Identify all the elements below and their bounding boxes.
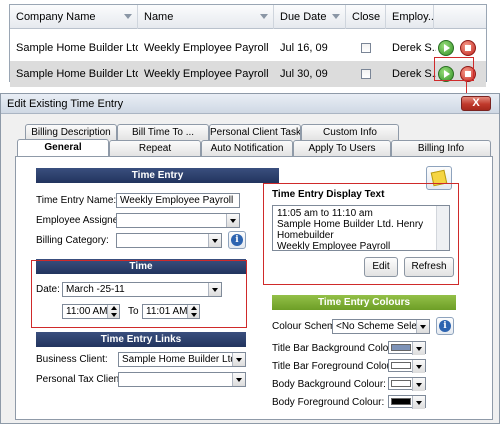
- business-client-select[interactable]: Sample Home Builder Ltd.: [118, 352, 246, 367]
- chevron-down-icon[interactable]: [416, 320, 429, 333]
- sort-arrow-icon: [124, 14, 132, 19]
- colour-label: Title Bar Foreground Colour:: [272, 361, 399, 372]
- column-due-date[interactable]: Due Date: [274, 5, 346, 29]
- chevron-down-icon[interactable]: [232, 373, 245, 386]
- colour-swatch: [391, 398, 411, 405]
- business-client-label: Business Client:: [36, 354, 108, 365]
- body-bg-colour-picker[interactable]: [388, 377, 426, 391]
- column-label: Employ...: [392, 11, 434, 23]
- chevron-down-icon[interactable]: [412, 360, 425, 373]
- column-label: Name: [144, 11, 174, 23]
- chevron-down-icon[interactable]: [412, 396, 425, 409]
- table-row[interactable]: Sample Home Builder Ltd. Weekly Employee…: [10, 35, 486, 61]
- time-entry-header: Time Entry: [36, 168, 279, 183]
- highlight-frame-time: [31, 260, 247, 328]
- dialog-titlebar: Edit Existing Time Entry X: [1, 94, 499, 114]
- tab-billing-description[interactable]: Billing Description: [25, 124, 117, 140]
- billing-category-select[interactable]: [116, 233, 222, 248]
- colour-label: Body Background Colour:: [272, 379, 386, 390]
- chevron-down-icon[interactable]: [412, 342, 425, 355]
- personal-tax-client-label: Personal Tax Client:: [36, 374, 125, 385]
- chevron-down-icon[interactable]: [208, 234, 221, 247]
- tab-general[interactable]: General: [17, 139, 109, 157]
- column-label: Close: [352, 11, 381, 23]
- grid-header: Company Name Name Due Date Close Employ.…: [10, 5, 486, 29]
- colour-label: Title Bar Background Colour:: [272, 343, 401, 354]
- colour-swatch: [391, 362, 411, 369]
- cell-employee: Derek S...: [392, 68, 436, 80]
- tab-custom-info[interactable]: Custom Info: [301, 124, 399, 140]
- dialog-title: Edit Existing Time Entry: [7, 98, 124, 110]
- column-close[interactable]: Close: [346, 5, 386, 29]
- cell-name: Weekly Employee Payroll: [144, 68, 269, 80]
- tab-personal-client-task[interactable]: Personal Client Task: [209, 124, 301, 140]
- billing-info-button[interactable]: i: [228, 231, 246, 249]
- tab-bill-time-to[interactable]: Bill Time To ...: [117, 124, 209, 140]
- chevron-down-icon[interactable]: [412, 378, 425, 391]
- column-name[interactable]: Name: [138, 5, 274, 29]
- title-bar-fg-colour-picker[interactable]: [388, 359, 426, 373]
- billing-category-label: Billing Category:: [36, 235, 109, 246]
- business-client-value: Sample Home Builder Ltd.: [122, 354, 239, 365]
- cell-employee: Derek S...: [392, 42, 436, 54]
- cell-due-date: Jul 30, 09: [280, 68, 328, 80]
- time-entry-grid: Company Name Name Due Date Close Employ.…: [9, 4, 487, 87]
- info-icon: i: [439, 320, 451, 332]
- colour-info-button[interactable]: i: [436, 317, 454, 335]
- colour-label: Body Foreground Colour:: [272, 397, 385, 408]
- column-label: Company Name: [16, 11, 96, 23]
- chevron-down-icon[interactable]: [226, 214, 239, 227]
- sort-arrow-icon: [260, 14, 268, 19]
- close-button[interactable]: X: [461, 96, 491, 111]
- cell-company: Sample Home Builder Ltd.: [16, 68, 138, 80]
- employee-assigned-select[interactable]: [116, 213, 240, 228]
- highlight-frame-display-text: [263, 183, 459, 285]
- info-icon: i: [231, 234, 243, 246]
- cell-name: Weekly Employee Payroll: [144, 42, 269, 54]
- close-checkbox[interactable]: [361, 43, 371, 53]
- sort-arrow-icon: [332, 14, 340, 19]
- highlight-frame-icons: [434, 57, 474, 81]
- table-row[interactable]: Sample Home Builder Ltd. Weekly Employee…: [10, 61, 486, 87]
- tab-auto-notification[interactable]: Auto Notification: [201, 140, 293, 156]
- time-entry-links-header: Time Entry Links: [36, 332, 246, 347]
- personal-tax-client-select[interactable]: [118, 372, 246, 387]
- colour-swatch: [391, 344, 411, 351]
- tab-repeat[interactable]: Repeat: [109, 140, 201, 156]
- colour-swatch: [391, 380, 411, 387]
- column-label: Due Date: [280, 11, 327, 23]
- cell-due-date: Jul 16, 09: [280, 42, 328, 54]
- time-entry-name-input[interactable]: Weekly Employee Payroll: [116, 193, 240, 208]
- body-fg-colour-picker[interactable]: [388, 395, 426, 409]
- column-employee[interactable]: Employ...: [386, 5, 434, 29]
- employee-assigned-label: Employee Assigned:: [36, 215, 127, 226]
- time-entry-colours-header: Time Entry Colours: [272, 295, 456, 310]
- close-checkbox[interactable]: [361, 69, 371, 79]
- colour-scheme-select[interactable]: <No Scheme Selected>: [332, 319, 430, 334]
- chevron-down-icon[interactable]: [232, 353, 245, 366]
- tab-billing-info[interactable]: Billing Info: [391, 140, 491, 156]
- time-entry-name-label: Time Entry Name:: [36, 195, 117, 206]
- title-bar-bg-colour-picker[interactable]: [388, 341, 426, 355]
- column-company-name[interactable]: Company Name: [10, 5, 138, 29]
- stop-timer-icon[interactable]: [460, 40, 476, 56]
- tab-apply-to-users[interactable]: Apply To Users: [293, 140, 391, 156]
- cell-company: Sample Home Builder Ltd.: [16, 42, 138, 54]
- start-timer-icon[interactable]: [438, 40, 454, 56]
